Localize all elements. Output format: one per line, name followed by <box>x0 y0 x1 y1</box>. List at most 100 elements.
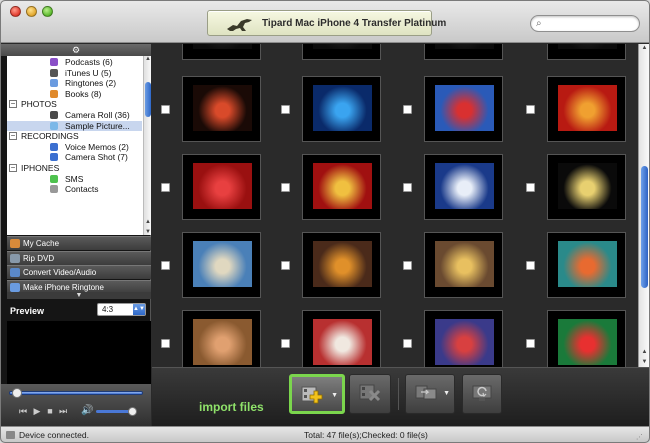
tree-group-iphones[interactable]: − IPHONES <box>7 163 142 173</box>
collapse-toggle-icon[interactable]: − <box>9 132 17 141</box>
thumbnail-cell[interactable] <box>394 232 503 312</box>
thumbnail-cell[interactable] <box>272 232 381 312</box>
import-files-button[interactable]: ▼ <box>289 374 345 414</box>
playback-progress-knob[interactable] <box>12 388 23 398</box>
previous-icon[interactable]: ⏮ <box>17 406 29 417</box>
thumbnail-cell[interactable] <box>394 44 503 74</box>
grid-scroll-thumb[interactable] <box>641 166 648 288</box>
thumbnail-cell[interactable] <box>517 232 626 312</box>
select-checkbox[interactable] <box>403 261 412 270</box>
collapse-panel-toggle[interactable]: ▼ <box>7 292 151 299</box>
thumbnail-frame[interactable] <box>182 154 261 220</box>
select-checkbox[interactable] <box>403 105 412 114</box>
thumbnail-cell[interactable] <box>152 76 261 156</box>
thumbnail-cell[interactable] <box>517 154 626 234</box>
volume-slider[interactable] <box>96 407 137 416</box>
function-button-rip-dvd[interactable]: Rip DVD <box>7 250 151 265</box>
select-checkbox[interactable] <box>161 105 170 114</box>
select-checkbox[interactable] <box>526 339 535 348</box>
select-checkbox[interactable] <box>281 183 290 192</box>
thumbnail-cell[interactable] <box>272 154 381 234</box>
thumbnail-frame[interactable] <box>424 154 503 220</box>
scroll-down-icon[interactable]: ▼ <box>639 359 649 365</box>
tree-item[interactable]: Camera Shot (7) <box>7 152 142 162</box>
select-checkbox[interactable] <box>403 339 412 348</box>
thumbnail-cell[interactable] <box>394 310 503 367</box>
collapse-toggle-icon[interactable]: − <box>9 100 17 109</box>
tree-scroll-thumb[interactable] <box>145 82 151 117</box>
thumbnail-cell[interactable] <box>152 44 261 74</box>
thumbnail-frame[interactable] <box>547 310 626 367</box>
tree-item[interactable]: Camera Roll (36) <box>7 110 142 120</box>
tree-item[interactable]: Ringtones (2) <box>7 78 142 88</box>
thumbnail-frame[interactable] <box>302 154 381 220</box>
thumbnail-cell[interactable] <box>272 44 381 74</box>
thumbnail-frame[interactable] <box>302 44 381 60</box>
volume-icon[interactable]: 🔊 <box>81 405 93 416</box>
thumbnail-frame[interactable] <box>547 76 626 142</box>
tree-item[interactable]: iTunes U (5) <box>7 68 142 78</box>
select-checkbox[interactable] <box>526 261 535 270</box>
thumbnail-cell[interactable] <box>152 154 261 234</box>
thumbnail-cell[interactable] <box>517 44 626 74</box>
tree-group-recordings[interactable]: − RECORDINGS <box>7 131 142 141</box>
thumbnail-frame[interactable] <box>302 76 381 142</box>
export-to-itunes-button[interactable] <box>462 374 502 414</box>
thumbnail-cell[interactable] <box>394 154 503 234</box>
select-checkbox[interactable] <box>161 261 170 270</box>
tree-item[interactable]: SMS <box>7 174 142 184</box>
thumbnail-frame[interactable] <box>182 76 261 142</box>
collapse-toggle-icon[interactable]: − <box>9 164 17 172</box>
tree-item[interactable]: Books (8) <box>7 89 142 99</box>
thumbnail-cell[interactable] <box>517 76 626 156</box>
minimize-window-button[interactable] <box>26 6 37 17</box>
volume-knob[interactable] <box>128 407 137 416</box>
thumbnail-cell[interactable] <box>272 76 381 156</box>
scroll-up-icon[interactable]: ▲ <box>144 56 151 62</box>
playback-progress-slider[interactable] <box>9 388 143 398</box>
grid-scrollbar[interactable]: ▲ ▲ ▼ <box>638 44 649 367</box>
close-window-button[interactable] <box>10 6 21 17</box>
search-box[interactable]: ⌕ <box>530 15 640 32</box>
thumbnail-frame[interactable] <box>547 44 626 60</box>
select-checkbox[interactable] <box>526 183 535 192</box>
thumbnail-frame[interactable] <box>182 310 261 367</box>
select-checkbox[interactable] <box>403 183 412 192</box>
thumbnail-frame[interactable] <box>424 310 503 367</box>
select-checkbox[interactable] <box>161 183 170 192</box>
aspect-ratio-select[interactable]: 4:3 ▲▼ <box>97 303 146 316</box>
select-checkbox[interactable] <box>161 339 170 348</box>
thumbnail-frame[interactable] <box>182 44 261 60</box>
scroll-up-icon[interactable]: ▲ <box>144 219 151 225</box>
thumbnail-frame[interactable] <box>547 232 626 298</box>
thumbnail-frame[interactable] <box>302 310 381 367</box>
thumbnail-cell[interactable] <box>517 310 626 367</box>
stop-icon[interactable]: ■ <box>44 406 56 417</box>
function-button-convert-video-audio[interactable]: Convert Video/Audio <box>7 265 151 279</box>
select-checkbox[interactable] <box>526 105 535 114</box>
thumbnail-cell[interactable] <box>152 310 261 367</box>
tree-item[interactable]: Sample Picture... <box>7 120 142 131</box>
scroll-up-icon[interactable]: ▲ <box>639 45 649 51</box>
scroll-up-icon[interactable]: ▲ <box>639 349 649 355</box>
thumbnail-cell[interactable] <box>394 76 503 156</box>
zoom-window-button[interactable] <box>42 6 53 17</box>
tree-item[interactable]: Podcasts (6) <box>7 57 142 67</box>
thumbnail-frame[interactable] <box>424 232 503 298</box>
thumbnail-frame[interactable] <box>424 44 503 60</box>
scroll-down-icon[interactable]: ▼ <box>144 229 151 235</box>
thumbnail-frame[interactable] <box>547 154 626 220</box>
search-input[interactable] <box>551 17 635 30</box>
select-checkbox[interactable] <box>281 339 290 348</box>
thumbnail-frame[interactable] <box>302 232 381 298</box>
export-button[interactable]: ▼ <box>405 374 455 414</box>
tree-item[interactable]: Voice Memos (2) <box>7 142 142 152</box>
thumbnail-frame[interactable] <box>424 76 503 142</box>
delete-button[interactable] <box>349 374 391 414</box>
tree-scrollbar[interactable]: ▲ ▲ ▼ <box>143 56 151 235</box>
next-icon[interactable]: ⏭ <box>57 406 69 417</box>
tree-group-photos[interactable]: − PHOTOS <box>7 99 142 109</box>
play-icon[interactable]: ▶ <box>31 406 43 417</box>
select-checkbox[interactable] <box>281 261 290 270</box>
select-checkbox[interactable] <box>281 105 290 114</box>
